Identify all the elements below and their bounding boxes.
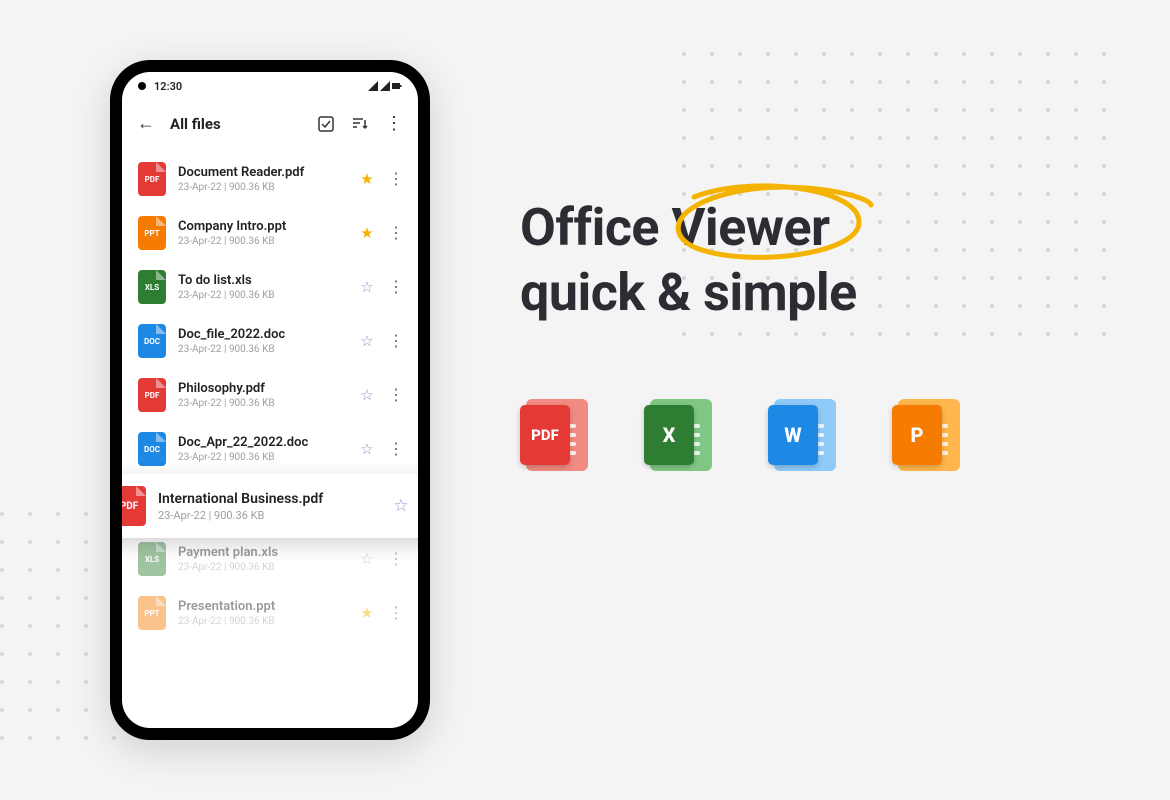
- file-info: Doc_file_2022.doc 23-Apr-22 | 900.36 KB: [178, 327, 346, 355]
- toolbar: ← All files ⋮: [122, 100, 418, 148]
- checkbox-icon: [317, 115, 335, 133]
- file-name: Philosophy.pdf: [178, 381, 346, 396]
- ppt-file-icon: PPT: [138, 596, 166, 630]
- file-meta: 23-Apr-22 | 900.36 KB: [178, 616, 346, 627]
- xls-format-icon: X: [644, 395, 724, 475]
- file-row[interactable]: DOC Doc_file_2022.doc 23-Apr-22 | 900.36 K…: [122, 314, 418, 368]
- file-info: Document Reader.pdf 23-Apr-22 | 900.36 KB: [178, 165, 346, 193]
- pdf-file-icon: PDF: [138, 378, 166, 412]
- more-vertical-icon: ⋮: [385, 115, 403, 133]
- promo-panel: Office Viewer quick & simple PDF X W P: [520, 195, 1120, 475]
- ppt-file-icon: PPT: [138, 216, 166, 250]
- pdf-file-icon: PDF: [138, 162, 166, 196]
- file-meta: 23-Apr-22 | 900.36 KB: [178, 290, 346, 301]
- doc-file-icon: DOC: [138, 432, 166, 466]
- row-overflow-button[interactable]: ⋮: [388, 171, 402, 187]
- row-overflow-button[interactable]: ⋮: [388, 387, 402, 403]
- sort-icon: [351, 115, 369, 133]
- headline: Office Viewer quick & simple: [520, 195, 1120, 325]
- file-meta: 23-Apr-22 | 900.36 KB: [178, 182, 346, 193]
- row-overflow-button[interactable]: ⋮: [388, 441, 402, 457]
- clock-label: 12:30: [154, 80, 182, 93]
- toolbar-title: All files: [170, 115, 302, 133]
- file-name: Presentation.ppt: [178, 599, 346, 614]
- file-meta: 23-Apr-22 | 900.36 KB: [178, 344, 346, 355]
- row-overflow-button[interactable]: ⋮: [388, 279, 402, 295]
- star-button[interactable]: ☆: [392, 496, 410, 516]
- file-meta: 23-Apr-22 | 900.36 KB: [178, 236, 346, 247]
- file-meta: 23-Apr-22 | 900.36 KB: [178, 398, 346, 409]
- doc-file-icon: DOC: [138, 324, 166, 358]
- star-button[interactable]: ☆: [358, 278, 376, 296]
- file-name: Doc_file_2022.doc: [178, 327, 346, 342]
- phone-frame: 12:30 ← All files ⋮ PDF Document Reader.p…: [110, 60, 430, 740]
- headline-line-2: quick & simple: [520, 262, 857, 323]
- file-name: Company Intro.ppt: [178, 219, 346, 234]
- file-row[interactable]: PPT Presentation.ppt 23-Apr-22 | 900.36 KB…: [122, 586, 418, 640]
- sort-button[interactable]: [350, 114, 370, 134]
- star-button[interactable]: ☆: [358, 332, 376, 350]
- star-button[interactable]: ☆: [358, 386, 376, 404]
- file-info: Payment plan.xls 23-Apr-22 | 900.36 KB: [178, 545, 346, 573]
- doc-format-icon: W: [768, 395, 848, 475]
- file-info: To do list.xls 23-Apr-22 | 900.36 KB: [178, 273, 346, 301]
- file-name: Doc_Apr_22_2022.doc: [178, 435, 346, 450]
- star-button[interactable]: ☆: [358, 550, 376, 568]
- phone-screen: 12:30 ← All files ⋮ PDF Document Reader.p…: [122, 72, 418, 728]
- pdf-format-icon: PDF: [520, 395, 600, 475]
- star-button[interactable]: ★: [358, 224, 376, 242]
- file-info: Presentation.ppt 23-Apr-22 | 900.36 KB: [178, 599, 346, 627]
- file-row[interactable]: PDF Document Reader.pdf 23-Apr-22 | 900.36…: [122, 152, 418, 206]
- row-overflow-button[interactable]: ⋮: [388, 225, 402, 241]
- row-overflow-button[interactable]: ⋮: [388, 333, 402, 349]
- ppt-format-icon: P: [892, 395, 972, 475]
- file-name: Payment plan.xls: [178, 545, 346, 560]
- signal-icon: [380, 81, 390, 91]
- format-icon-row: PDF X W P: [520, 395, 1120, 475]
- file-row[interactable]: PDF Philosophy.pdf 23-Apr-22 | 900.36 KB ☆ ⋮: [122, 368, 418, 422]
- file-row-highlighted[interactable]: PDF International Business.pdf 23-Apr-22 |…: [122, 474, 418, 538]
- row-overflow-button[interactable]: ⋮: [388, 605, 402, 621]
- back-button[interactable]: ←: [136, 114, 156, 134]
- file-info: Doc_Apr_22_2022.doc 23-Apr-22 | 900.36 KB: [178, 435, 346, 463]
- file-meta: 23-Apr-22 | 900.36 KB: [178, 562, 346, 573]
- file-row[interactable]: DOC Doc_Apr_22_2022.doc 23-Apr-22 | 900.36…: [122, 422, 418, 476]
- select-button[interactable]: [316, 114, 336, 134]
- file-list[interactable]: PDF Document Reader.pdf 23-Apr-22 | 900.36…: [122, 148, 418, 728]
- overflow-menu-button[interactable]: ⋮: [384, 114, 404, 134]
- file-name: To do list.xls: [178, 273, 346, 288]
- pdf-file-icon: PDF: [122, 486, 146, 526]
- file-info: Philosophy.pdf 23-Apr-22 | 900.36 KB: [178, 381, 346, 409]
- xls-file-icon: XLS: [138, 270, 166, 304]
- camera-dot-icon: [138, 82, 146, 90]
- battery-icon: [392, 81, 402, 91]
- file-row[interactable]: XLS To do list.xls 23-Apr-22 | 900.36 KB ☆ ⋮: [122, 260, 418, 314]
- xls-file-icon: XLS: [138, 542, 166, 576]
- headline-word-2: Viewer: [671, 197, 829, 258]
- star-button[interactable]: ☆: [358, 440, 376, 458]
- status-bar: 12:30: [122, 72, 418, 100]
- file-meta: 23-Apr-22 | 900.36 KB: [178, 452, 346, 463]
- star-button[interactable]: ★: [358, 604, 376, 622]
- file-row[interactable]: PPT Company Intro.ppt 23-Apr-22 | 900.36 K…: [122, 206, 418, 260]
- wifi-icon: [368, 81, 378, 91]
- file-name: Document Reader.pdf: [178, 165, 346, 180]
- file-info: Company Intro.ppt 23-Apr-22 | 900.36 KB: [178, 219, 346, 247]
- file-row[interactable]: XLS Payment plan.xls 23-Apr-22 | 900.36 KB…: [122, 532, 418, 586]
- star-button[interactable]: ★: [358, 170, 376, 188]
- status-icons: [368, 81, 402, 91]
- headline-word-1: Office: [520, 197, 659, 258]
- file-name: International Business.pdf: [158, 491, 380, 507]
- file-info: International Business.pdf 23-Apr-22 | 90…: [158, 491, 380, 522]
- file-meta: 23-Apr-22 | 900.36 KB: [158, 509, 380, 522]
- arrow-left-icon: ←: [137, 115, 155, 133]
- row-overflow-button[interactable]: ⋮: [388, 551, 402, 567]
